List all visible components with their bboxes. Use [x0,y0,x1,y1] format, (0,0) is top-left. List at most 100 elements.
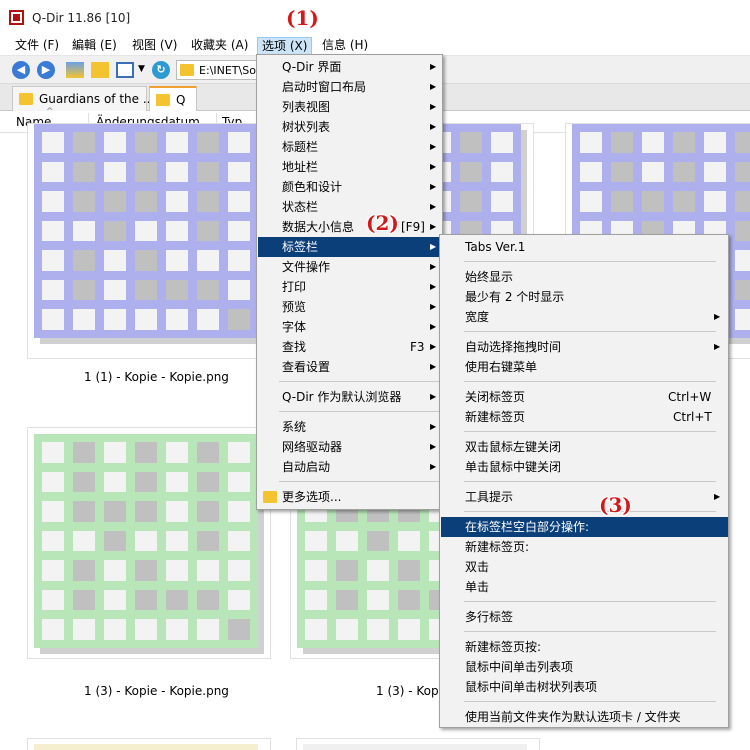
grid-cell [197,589,219,611]
tab-menu-item[interactable]: 新建标签页 Ctrl+T [441,407,728,427]
tab-menu-item[interactable]: 最少有 2 个时显示 [441,287,728,307]
menu-separator [464,431,716,432]
menu-file[interactable]: 文件 (F) [11,37,63,55]
tab-menu-item[interactable]: 多行标签 [441,607,728,627]
options-menu-item[interactable]: 地址栏 ▶ [258,157,442,177]
grid-cell [135,132,157,153]
grid-cell [166,161,188,183]
menu-separator [464,331,716,332]
options-menu-item[interactable]: 字体 ▶ [258,317,442,337]
menu-options[interactable]: 选项 (X) [257,37,313,55]
refresh-icon[interactable]: ↻ [152,61,170,79]
tab-menu-item[interactable]: 鼠标中间单击树状列表项 [441,677,728,697]
menu-item-label: 自动选择拖拽时间 [465,340,562,354]
grid-cell [73,161,95,183]
options-menu-item[interactable]: 预览 ▶ [258,297,442,317]
options-menu-item[interactable]: 标题栏 ▶ [258,137,442,157]
submenu-arrow-icon: ▶ [430,462,437,471]
tab-menu-item[interactable]: 单击鼠标中键关闭 [441,457,728,477]
options-menu-item[interactable]: 系统 ▶ [258,417,442,437]
thumbnail-4[interactable] [27,427,271,659]
address-bar[interactable]: E:\INET\So [176,60,266,80]
options-menu-item[interactable]: 状态栏 ▶ [258,197,442,217]
grid-cell [460,132,482,153]
grid-cell [197,619,219,640]
grid-cell [135,530,157,552]
tab-guardians[interactable]: Guardians of the ... [12,86,154,111]
options-menu-item[interactable]: 列表视图 ▶ [258,97,442,117]
tab-menu-item[interactable]: 使用右键菜单 [441,357,728,377]
tab-menu-item[interactable]: Tabs Ver.1 [441,237,728,257]
grid-cell [735,309,750,330]
submenu-arrow-icon: ▶ [430,392,437,401]
options-menu-item[interactable]: 网络驱动器 ▶ [258,437,442,457]
tab-menu-item[interactable]: 单击 [441,577,728,597]
tab-menu-item[interactable]: 鼠标中间单击列表项 [441,657,728,677]
options-menu-item[interactable]: Q-Dir 作为默认浏览器 ▶ [258,387,442,407]
tab-menu-item[interactable]: 使用当前文件夹作为默认选项卡 / 文件夹 [441,707,728,727]
menu-view[interactable]: 视图 (V) [128,37,181,55]
menu-item-label: 新建标签页: [465,540,530,554]
tab-menu-item[interactable]: 双击 [441,557,728,577]
view-mode-icon[interactable] [116,62,134,78]
grid-cell [197,442,219,463]
grid-cell [735,161,750,183]
submenu-arrow-icon: ▶ [430,122,437,131]
back-icon[interactable]: ◀ [12,61,30,79]
grid-cell [228,191,250,212]
tab-menu-item[interactable]: 在标签栏空白部分操作: [441,517,728,537]
thumbnail-7[interactable] [296,738,540,750]
grid-cell [398,560,420,581]
options-menu-item[interactable]: 自动启动 ▶ [258,457,442,477]
grid-cell [367,589,389,611]
grid-cell [42,471,64,493]
thumbnail-6[interactable] [27,738,271,750]
grid-cell [166,560,188,581]
menu-edit[interactable]: 編輯 (E) [68,37,121,55]
grid-cell [73,589,95,611]
file-name-1[interactable]: 1 (1) - Kopie - Kopie.png [84,370,229,384]
grid-cell [228,589,250,611]
menu-bar: 文件 (F) 編輯 (E) 视图 (V) 收藏夹 (A) 选项 (X) 信息 (… [0,34,750,56]
menu-item-label: 网络驱动器 [282,440,343,454]
menu-item-label: Tabs Ver.1 [465,240,526,254]
grid-cell [460,191,482,212]
options-menu-item[interactable]: 文件操作 ▶ [258,257,442,277]
tab-q[interactable]: Q [149,86,197,111]
tab-menu-item[interactable]: 宽度 ▶ [441,307,728,327]
options-menu-item[interactable]: 更多选项... [258,487,442,507]
menu-item-label: 标签栏 [282,240,319,254]
grid-cell [166,250,188,271]
menu-favorites[interactable]: 收藏夹 (A) [187,37,252,55]
up-folder-icon[interactable] [66,62,84,78]
menu-separator [279,381,439,382]
grid-cell [336,589,358,611]
file-name-2[interactable]: 1 (3) - Kopie - Kopie.png [84,684,229,698]
dropdown-arrow-icon[interactable]: ▼ [138,64,145,74]
tab-menu-item[interactable]: 双击鼠标左键关闭 [441,437,728,457]
image-preview [34,744,258,750]
options-menu-item[interactable]: 标签栏 ▶ [258,237,442,257]
options-menu-item[interactable]: 启动时窗口布局 ▶ [258,77,442,97]
options-menu-item[interactable]: 查找 F3 ▶ [258,337,442,357]
tab-menu-item[interactable]: 始终显示 [441,267,728,287]
tab-menu-item[interactable]: 工具提示 ▶ [441,487,728,507]
grid-cell [104,309,126,330]
tab-menu-item[interactable]: 自动选择拖拽时间 ▶ [441,337,728,357]
options-menu-item[interactable]: 打印 ▶ [258,277,442,297]
options-menu-item[interactable]: 树状列表 ▶ [258,117,442,137]
options-menu-item[interactable]: 查看设置 ▶ [258,357,442,377]
tab-menu-item[interactable]: 新建标签页: [441,537,728,557]
thumbnail-1[interactable] [27,123,271,359]
grid-cell [228,501,250,522]
menu-info[interactable]: 信息 (H) [318,37,372,55]
new-folder-icon[interactable] [91,62,109,78]
options-menu-item[interactable]: Q-Dir 界面 ▶ [258,57,442,77]
options-menu-item[interactable]: 颜色和设计 ▶ [258,177,442,197]
options-menu-item[interactable]: 数据大小信息 [F9] ▶ [258,217,442,237]
menu-separator [279,411,439,412]
menu-item-shortcut: Ctrl+W [668,390,712,404]
tab-menu-item[interactable]: 新建标签页按: [441,637,728,657]
forward-icon[interactable]: ▶ [37,61,55,79]
tab-menu-item[interactable]: 关闭标签页 Ctrl+W [441,387,728,407]
